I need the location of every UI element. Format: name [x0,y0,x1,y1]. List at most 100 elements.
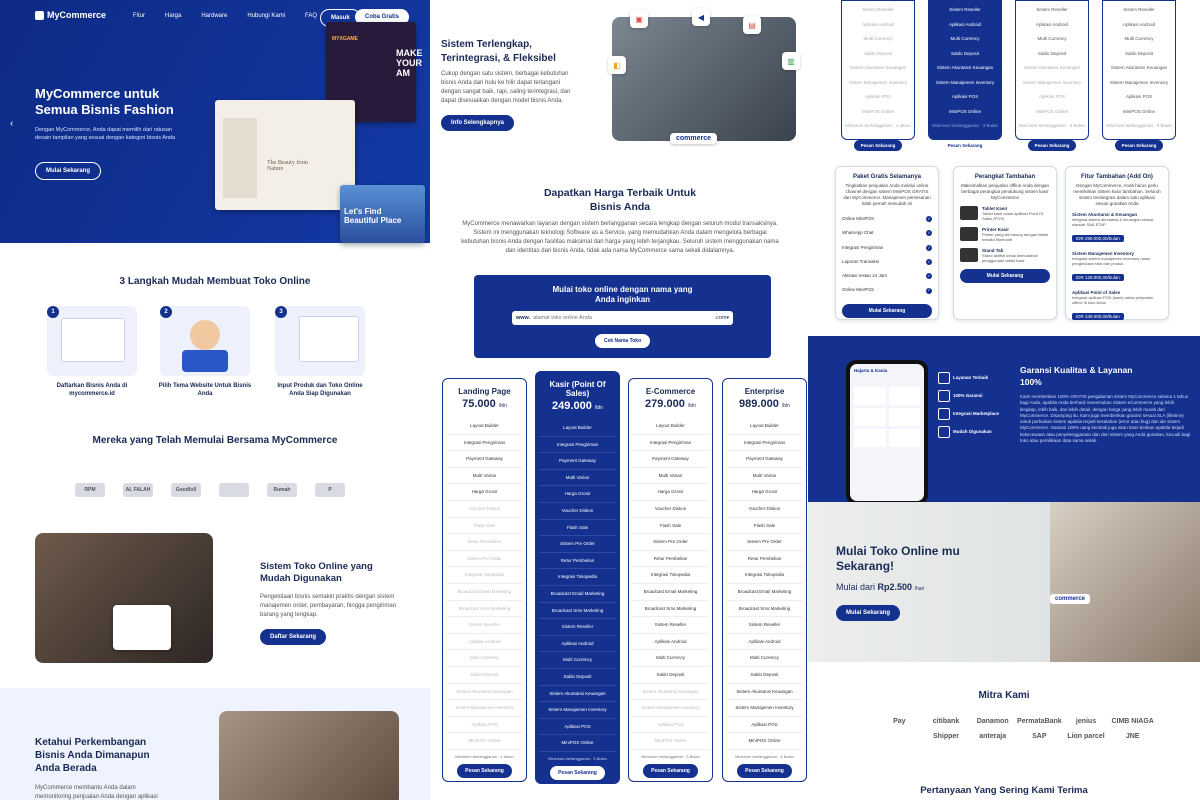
domain-title: Mulai toko online dengan nama yang Anda … [474,285,771,305]
pricing-card-tail: Sistem Reseller Aplikasi Android Multi Cur… [841,0,915,151]
phone-mockup: Hajarta & Kania [846,360,928,505]
plan-feature: Layout Builder [539,420,616,437]
plan-feature: Multi Currency [950,36,980,41]
free-plan-description: Tingkatkan penjualan Anda melalui online… [843,183,931,206]
client-logo: RPM [75,483,105,497]
order-button[interactable]: Pesan Sekarang [457,763,512,778]
plan-feature: Sistem Pre Order [446,551,523,568]
badge-label: Integrasi Marketplace [953,411,1000,416]
order-button[interactable]: Pesan Sekarang [1027,139,1077,151]
mock-travel-headline: Let's Find Beautiful Place [344,207,402,225]
free-plan-item-label: Online MiniPOS [842,216,875,221]
shield-icon [938,426,950,438]
free-plan-item-label: Online MiniPOS [842,287,875,293]
plan-feature: Harga Grosir [539,486,616,503]
plan-feature: Broadcast Email Marketing [726,584,803,601]
partner-logo: citibank [932,718,960,725]
browser-mock-icon [61,318,125,362]
plan-feature: Saldo Deposit [950,50,980,56]
addon-price: IDR 299.000,00/bulan [1072,235,1124,242]
clients-title: Mereka yang Telah Memulai Bersama MyComm… [92,435,338,446]
domain-suffix-select[interactable]: .com [715,315,727,321]
logo-icon [35,10,44,20]
nav-item-hubungi[interactable]: Hubungi Kami [247,13,285,19]
phone-tile [854,429,886,447]
plan-name: Landing Page [458,387,511,396]
bestprice-title: Dapatkan Harga Terbaik Untuk Bisnis Anda [490,186,750,214]
hardware-list: Tablet Kasir Tablet kasir untuk aplikasi … [960,206,1050,263]
plan-feature: Layout Builder [632,418,709,435]
plan-feature: Broadcast Sms Marketing [539,603,616,620]
addon-desc: Integrasi sistem akuntansi & keuangan se… [1072,217,1154,227]
addon-list: Sistem Akuntansi & Keuangan Integrasi sis… [1072,212,1162,323]
steps-title: 3 Langkah Mudah Membuat Toko Online [119,276,311,287]
step-2-illustration: 2 [160,306,250,376]
info-button[interactable]: Info Selengkapnya [441,115,515,131]
nav-item-hardware[interactable]: Hardware [201,13,227,19]
domain-input[interactable] [533,315,715,321]
order-button[interactable]: Pesan Sekarang [737,763,792,778]
plan-feature: Saldo Deposit [446,667,523,684]
woman-phone-photo [612,17,796,141]
nav-item-fitur[interactable]: Fitur [133,13,145,19]
plan-feature: Saldo Deposit [726,667,803,684]
client-logo: Rumah [267,483,297,497]
badge-label: 100% Garansi [953,393,983,398]
cashier-photo [35,533,213,663]
free-plan-item-label: WhatsApp Chat [842,230,874,236]
order-button[interactable]: Pesan Sekarang [643,763,698,778]
plan-price-value: 75.000 [462,398,496,410]
plan-feature: Multi Varian [446,468,523,485]
plan-price: 989.000 /bln [726,398,803,410]
domain-prefix: www. [516,315,531,321]
domain-title-line1: Mulai toko online dengan nama yang [552,285,693,294]
plan-feature: Sistem Pre Order [632,534,709,551]
nav-item-harga[interactable]: Harga [165,13,181,19]
growth-section: Ketahui Perkembangan Bisnis Anda Dimanap… [0,688,430,800]
carousel-prev-icon[interactable]: ‹ [10,118,13,129]
nav-item-faq[interactable]: FAQ [305,13,317,19]
order-button[interactable]: Pesan Sekarang [1114,139,1164,151]
plan-feature: Payment Gateway [632,451,709,468]
shop-icon: ▥ [782,52,800,70]
chevron-down-icon[interactable]: ▾ [726,315,729,321]
free-start-button[interactable]: Mulai Sekarang [842,303,932,318]
plan-feature: Sistem Akuntansi Keuangan [446,684,523,701]
start-price-unit: /hari [914,586,925,592]
hardware-start-button[interactable]: Mulai Sekarang [960,269,1050,283]
plan-feature: Sistem Reseller [862,7,894,12]
brand-logo[interactable]: MyCommerce [35,10,106,20]
growth-description: MyCommerce membantu Anda dalam memonitor… [35,785,158,800]
mock-beauty-site: The Beauty from Nature [215,100,355,210]
dashboard-mock-icon [299,316,359,362]
hero-cta-button[interactable]: Mulai Sekarang [35,162,102,180]
addon-desc: Integrasi sistem manajemen inventory unt… [1072,256,1151,266]
start-now-button[interactable]: Mulai Sekarang [836,605,901,621]
free-plan-item: Online MiniPOS ✓ [842,283,932,297]
plan-feature: Aplikasi POS [632,717,709,734]
plan-feature: Voucher Diskon [726,501,803,518]
register-button[interactable]: Daftar Sekarang [260,629,327,645]
guarantee-badges: Layanan Terbaik 100% Garansi Integrasi M… [938,372,999,444]
growth-title: Ketahui Perkembangan Bisnis Anda Dimanap… [35,737,150,774]
phone-tile [888,429,920,447]
order-button[interactable]: Pesan Sekarang [940,139,990,151]
start-price-value: Rp2.500 [877,582,913,592]
guarantee-title: Garansi Kualitas & Layanan 100% [1020,364,1190,388]
plan-feature: Retur Pembelian [539,553,616,570]
plan-minimum: Minimum berlangganan : 3 Bulan [641,753,700,759]
check-name-button[interactable]: Cek Nama Toko [595,334,651,348]
pricing-card-tail: Sistem Reseller Aplikasi Android Multi Cur… [1102,0,1176,151]
pricing-card: Enterprise 989.000 /bln Layout Builder Inte… [722,378,807,782]
plan-feature: Broadcast Sms Marketing [446,601,523,618]
order-button[interactable]: Pesan Sekarang [550,765,605,780]
plan-feature: Flash Sale [726,518,803,535]
step-1: 1 Daftarkan Bisnis Anda di mycommerce.id [37,306,147,398]
hero-title-line1: MyCommerce untuk [35,86,160,101]
plan-feature: Layout Builder [726,418,803,435]
plan-feature: Payment Gateway [539,453,616,470]
order-button[interactable]: Pesan Sekarang [853,139,903,151]
plan-feature: Aplikasi POS [446,717,523,734]
plan-feature: Integrasi Pengiriman [539,437,616,454]
plan-feature: Integrasi Pengiriman [446,435,523,452]
